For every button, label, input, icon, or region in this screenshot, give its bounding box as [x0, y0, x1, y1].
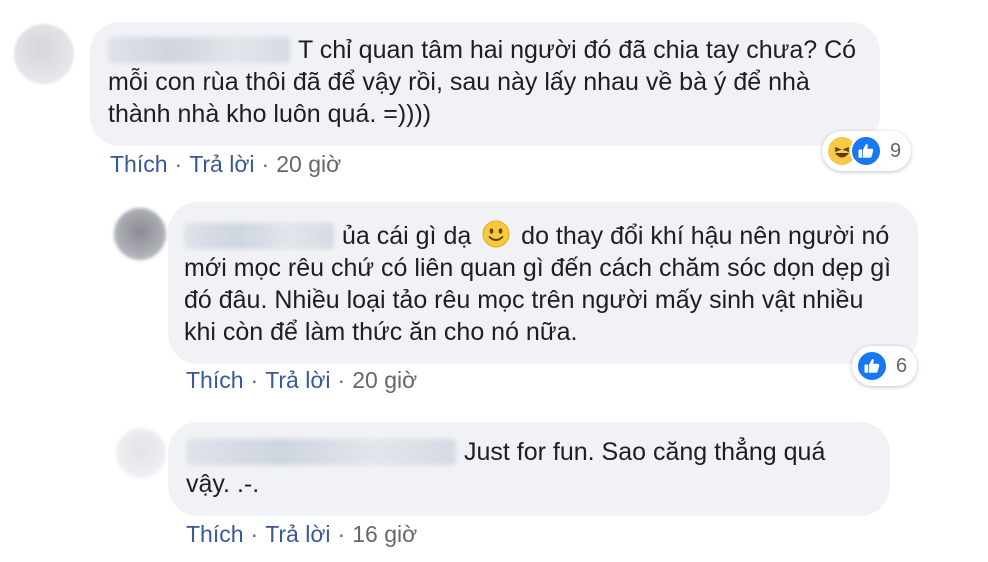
slightly-smiling-face-icon [482, 220, 510, 248]
separator-dot: · [250, 367, 259, 393]
reply-link[interactable]: Trả lời [265, 521, 330, 547]
comment-bubble: T chỉ quan tâm hai người đó đã chia tay … [90, 22, 880, 146]
comment-bubble: ủa cái gì dạ do thay đổi khí hậu nên ngư… [168, 202, 918, 364]
reaction-count: 9 [890, 139, 902, 162]
avatar[interactable] [116, 428, 166, 478]
like-link[interactable]: Thích [110, 151, 168, 177]
comment-text-part1: ủa cái gì dạ [342, 222, 472, 250]
comment-actions: Thích · Trả lời · 20 giờ [186, 367, 417, 394]
separator-dot: · [337, 521, 346, 547]
commenter-name-blurred[interactable] [184, 223, 334, 249]
timestamp[interactable]: 20 giờ [276, 151, 341, 177]
reply-link[interactable]: Trả lời [265, 367, 330, 393]
separator-dot: · [250, 521, 259, 547]
separator-dot: · [174, 151, 183, 177]
like-icon [856, 350, 888, 382]
separator-dot: · [337, 367, 346, 393]
reaction-count: 6 [896, 354, 908, 377]
timestamp[interactable]: 20 giờ [352, 367, 417, 393]
reply-link[interactable]: Trả lời [189, 151, 254, 177]
like-link[interactable]: Thích [186, 367, 244, 393]
commenter-name-blurred[interactable] [186, 439, 456, 465]
commenter-name-blurred[interactable] [108, 37, 290, 63]
avatar[interactable] [114, 208, 166, 260]
like-icon [850, 135, 882, 167]
avatar[interactable] [14, 24, 74, 84]
like-link[interactable]: Thích [186, 521, 244, 547]
timestamp[interactable]: 16 giờ [352, 521, 417, 547]
comment-actions: Thích · Trả lời · 16 giờ [186, 521, 417, 548]
comment-actions: Thích · Trả lời · 20 giờ [110, 151, 341, 178]
comment-bubble: Just for fun. Sao căng thẳng quá vậy. .-… [168, 422, 890, 516]
separator-dot: · [261, 151, 270, 177]
reaction-summary[interactable]: 9 [822, 131, 912, 171]
reaction-summary[interactable]: 6 [852, 346, 918, 386]
